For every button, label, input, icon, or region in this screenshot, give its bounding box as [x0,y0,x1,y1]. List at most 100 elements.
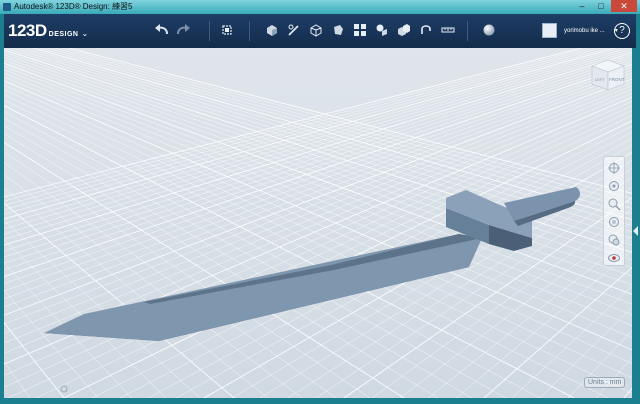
pan-icon[interactable] [607,161,621,175]
grid-line [4,239,167,398]
grid-line [4,92,632,354]
user-menu[interactable]: yorimobu ike ... ▾ [542,23,618,38]
3d-viewport[interactable]: LEFT FRONT Units : mm [4,48,632,398]
view-cube-left-label: LEFT [595,77,605,82]
grid-line [4,48,603,210]
grid-line [4,69,632,315]
grid-line [4,57,632,258]
grid-line [4,48,632,235]
combine-icon[interactable] [396,22,412,38]
grid-line [4,118,507,398]
grid-line [61,48,632,199]
grid-line [4,50,632,240]
grid-line [4,85,632,334]
grid-line [4,101,632,376]
user-name: yorimobu ike ... [564,27,605,34]
fit-icon[interactable] [607,215,621,229]
grid-line [46,48,632,209]
grid-line [32,48,632,221]
grid-line [4,59,632,264]
scene-canvas [4,48,632,398]
grid-line [4,69,632,292]
grid-line [4,125,473,398]
view-cube-front-label: FRONT [609,77,625,82]
grid-line [91,126,632,398]
sketch-icon[interactable] [286,22,302,38]
pattern-icon[interactable] [352,22,368,38]
toolbar-separator [467,21,468,41]
chevron-down-icon: ⌄ [81,29,89,38]
grid-line [4,52,632,246]
navigation-bar [603,156,625,266]
units-indicator[interactable]: Units : mm [584,377,626,388]
grid-line [4,361,31,398]
grid-origin-marker [60,385,68,393]
grid-line [4,89,632,344]
perspective-icon[interactable] [607,233,621,247]
grid-line [4,48,617,220]
grid-line [4,66,632,305]
app-icon [3,3,11,11]
grid-line [147,138,632,398]
undo-icon[interactable] [154,22,170,38]
primitives-icon[interactable] [264,22,280,38]
grid-line [4,162,337,398]
grid-line [4,72,632,299]
toolbar-separator [249,21,250,41]
grid-line [4,54,632,252]
maximize-button[interactable]: □ [592,0,610,12]
grid-line [4,89,632,379]
grouping-icon[interactable] [374,22,390,38]
grid-line [4,78,632,316]
material-icon[interactable] [481,22,497,38]
construct-icon[interactable] [308,22,324,38]
grid-line [175,145,632,398]
grid-line [4,75,632,308]
transform-icon[interactable] [219,22,235,38]
redo-icon[interactable] [175,22,191,38]
help-button[interactable]: ? [614,23,630,39]
grid-line [4,76,632,338]
snap-icon[interactable] [440,22,456,38]
visibility-icon[interactable] [607,251,621,265]
orbit-icon[interactable] [607,179,621,193]
ground-grid [4,48,632,398]
grid-line [4,48,609,215]
zoom-icon[interactable] [607,197,621,211]
grid-line [4,48,622,224]
grid-line [4,48,632,246]
grid-line [4,57,632,277]
grid-line [4,174,303,398]
app-menu-button[interactable]: 123D DESIGN ⌄ [8,21,88,41]
grid-line [4,72,632,326]
grid-line [4,67,632,284]
grid-line [4,54,632,268]
grid-line [39,48,632,215]
grid-line [4,82,632,325]
chevron-left-icon [633,226,638,236]
grid-line [4,321,65,398]
main-toolbar: 123D DESIGN ⌄ yorimobu ike ... ▾ ? [4,14,636,48]
window-frame-bottom [0,398,640,404]
grid-line [4,80,632,351]
grid-line [4,61,632,270]
minimize-button[interactable]: – [573,0,591,12]
close-button[interactable]: ✕ [611,0,637,12]
grid-line [4,94,632,394]
grid-line [4,48,596,206]
grid-line [4,49,632,253]
side-panel-handle[interactable] [632,48,640,404]
grid-line [35,115,632,398]
grid-line [53,48,632,204]
window-title-bar: Autodesk® 123D® Design: 練習5 – □ ✕ [0,0,640,14]
logo-sub: DESIGN [48,31,79,38]
grid-line [4,62,632,295]
measure-icon[interactable] [418,22,434,38]
modify-icon[interactable] [330,22,346,38]
grid-line [67,48,632,194]
grid-line [4,64,632,277]
grid-line [4,52,632,261]
view-cube[interactable]: LEFT FRONT [588,56,628,99]
grid-line [4,219,201,398]
grid-line [25,48,632,226]
